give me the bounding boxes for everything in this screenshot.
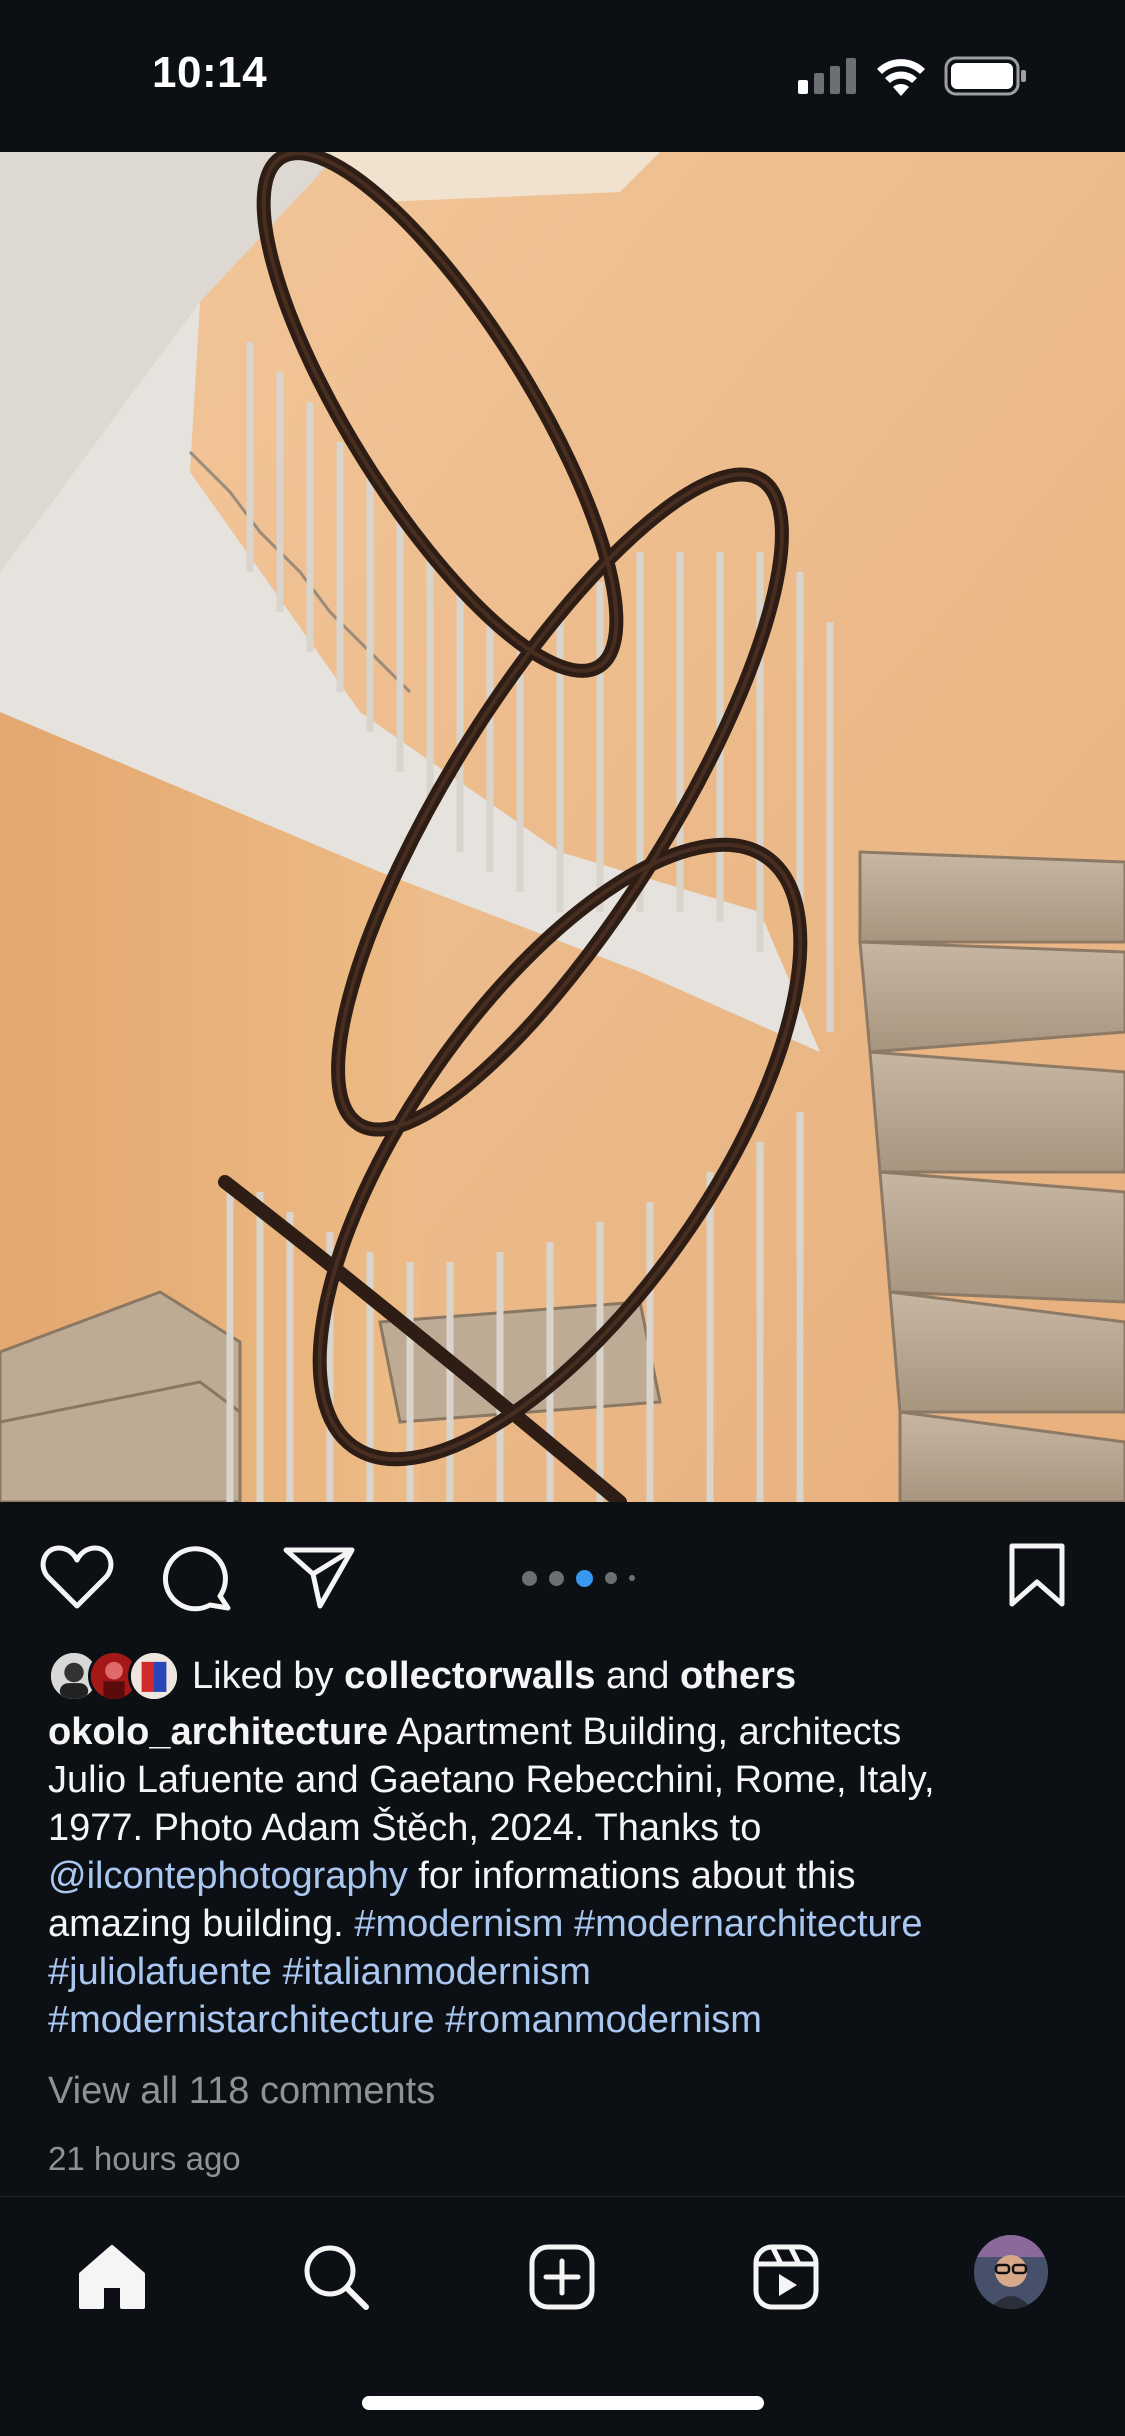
nav-reels[interactable] bbox=[746, 2237, 826, 2317]
hashtag[interactable]: #modernarchitecture bbox=[574, 1903, 923, 1945]
hashtag[interactable]: #juliolafuente bbox=[48, 1951, 272, 1993]
caption-text: Apartment Building, architects bbox=[396, 1711, 902, 1753]
battery-icon bbox=[944, 56, 1026, 96]
caption-text: Julio Lafuente and Gaetano Rebecchini, R… bbox=[48, 1759, 935, 1801]
avatar bbox=[128, 1650, 180, 1702]
carousel-dot bbox=[522, 1570, 537, 1586]
post-timestamp: 21 hours ago bbox=[48, 2140, 241, 2177]
caption-author[interactable]: okolo_architecture bbox=[48, 1711, 388, 1753]
paper-plane-icon[interactable] bbox=[282, 1544, 356, 1610]
reels-icon bbox=[753, 2244, 819, 2310]
post-caption: okolo_architecture Apartment Building, a… bbox=[48, 1708, 1088, 2044]
cellular-signal-icon bbox=[798, 58, 856, 94]
nav-search[interactable] bbox=[296, 2237, 376, 2317]
caption-text: amazing building. bbox=[48, 1903, 344, 1945]
carousel-dot bbox=[605, 1572, 617, 1584]
carousel-dot-active bbox=[576, 1569, 593, 1587]
post-actions bbox=[0, 1502, 1125, 1642]
liker-username[interactable]: collectorwalls bbox=[344, 1655, 595, 1697]
status-bar: 10:14 bbox=[0, 0, 1125, 152]
bookmark-icon[interactable] bbox=[1008, 1542, 1066, 1608]
home-icon bbox=[79, 2245, 145, 2309]
nav-create[interactable] bbox=[522, 2237, 602, 2317]
search-icon bbox=[304, 2245, 369, 2310]
hashtag[interactable]: #italianmodernism bbox=[283, 1951, 591, 1993]
post-photo[interactable] bbox=[0, 152, 1125, 1502]
view-all-comments-link[interactable]: View all 118 comments bbox=[48, 2070, 435, 2113]
caption-text: 1977. Photo Adam Štěch, 2024. Thanks to bbox=[48, 1807, 762, 1849]
carousel-dot bbox=[549, 1570, 564, 1586]
caption-line: amazing building. #modernism #modernarch… bbox=[48, 1900, 1088, 1948]
caption-text: for informations about this bbox=[418, 1855, 856, 1897]
hashtag[interactable]: #modernism bbox=[354, 1903, 563, 1945]
hashtag[interactable]: #modernistarchitecture bbox=[48, 1999, 435, 2041]
likes-row[interactable]: Liked by collectorwalls and others bbox=[48, 1648, 796, 1704]
likes-prefix: Liked by bbox=[192, 1654, 334, 1697]
caption-line: Julio Lafuente and Gaetano Rebecchini, R… bbox=[48, 1756, 1088, 1804]
wifi-icon bbox=[877, 59, 925, 96]
likes-text: Liked by collectorwalls and others bbox=[192, 1655, 796, 1698]
carousel-dot bbox=[629, 1575, 635, 1581]
caption-line: okolo_architecture Apartment Building, a… bbox=[48, 1708, 1088, 1756]
status-time: 10:14 bbox=[152, 48, 268, 97]
likes-connector: and bbox=[606, 1654, 670, 1697]
hashtag[interactable]: #romanmodernism bbox=[445, 1999, 762, 2041]
caption-line: #juliolafuente #italianmodernism bbox=[48, 1948, 1088, 1996]
carousel-indicator bbox=[522, 1568, 635, 1588]
caption-line: 1977. Photo Adam Štěch, 2024. Thanks to bbox=[48, 1804, 1088, 1852]
caption-line: #modernistarchitecture #romanmodernism bbox=[48, 1996, 1088, 2044]
caption-line: @ilcontephotography for informations abo… bbox=[48, 1852, 1088, 1900]
screen: 10:14 Liked by collectorwalls and others… bbox=[0, 0, 1125, 2436]
nav-home[interactable] bbox=[72, 2237, 152, 2317]
liker-avatars bbox=[48, 1648, 184, 1704]
create-icon bbox=[529, 2244, 595, 2310]
home-indicator bbox=[362, 2396, 764, 2410]
speech-bubble-icon[interactable] bbox=[162, 1542, 232, 1612]
heart-icon[interactable] bbox=[40, 1544, 114, 1610]
caption-mention[interactable]: @ilcontephotography bbox=[48, 1855, 408, 1897]
likes-others[interactable]: others bbox=[680, 1655, 796, 1697]
staircase-image bbox=[0, 152, 1125, 1502]
profile-avatar[interactable] bbox=[974, 2235, 1048, 2309]
